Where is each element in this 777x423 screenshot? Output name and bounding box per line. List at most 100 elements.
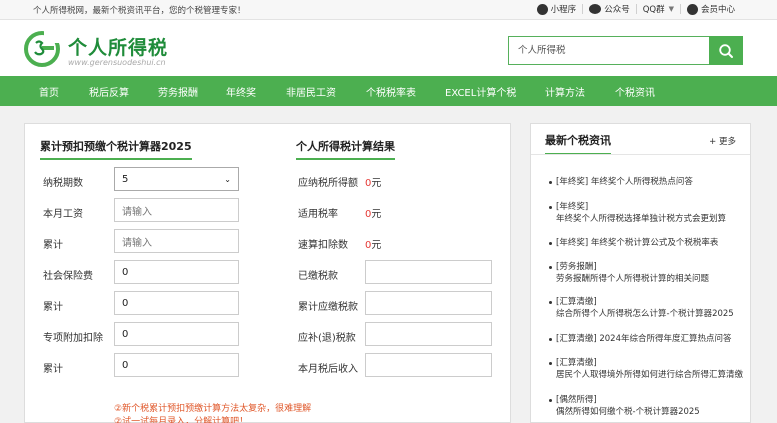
- news-tag: [年终奖]: [556, 238, 589, 248]
- tax-rate-label: 适用税率: [298, 209, 338, 220]
- nav-item-labor[interactable]: 劳务报酬: [158, 84, 198, 99]
- paid-tax-label: 已缴税款: [298, 271, 338, 282]
- bullet: [549, 362, 552, 365]
- divider: [531, 154, 750, 155]
- tax-due-refund-label: 应补(退)税款: [298, 333, 356, 344]
- news-title: 最新个税资讯: [545, 132, 611, 155]
- cumulative-salary-input[interactable]: 请输入: [114, 229, 239, 253]
- news-text: 2024年综合所得年度汇算热点问答: [599, 334, 732, 344]
- news-text: 偶然所得如何缴个税-个税计算器2025: [556, 407, 700, 417]
- news-text: 综合所得个人所得税怎么计算-个税计算器2025: [556, 309, 734, 319]
- nav-item-rate-table[interactable]: 个税税率表: [366, 84, 416, 99]
- cumulative-tax-field: [365, 291, 492, 315]
- nav-item-home[interactable]: 首页: [39, 84, 59, 99]
- quick-deduction-value: 0元: [365, 240, 382, 251]
- bullet: [549, 266, 552, 269]
- search-button[interactable]: [709, 36, 743, 65]
- search-icon: [719, 43, 733, 58]
- nav-item-excel[interactable]: EXCEL计算个税: [445, 84, 516, 99]
- tax-period-value: 5: [122, 173, 129, 185]
- news-tag: [年终奖]: [556, 177, 589, 187]
- news-text: 居民个人取得境外所得如何进行综合所得汇算清缴: [556, 370, 744, 380]
- nav-item-method[interactable]: 计算方法: [545, 84, 585, 99]
- news-text: 劳务报酬所得个人所得税计算的相关问题: [556, 274, 710, 284]
- site-url: www.gerensuodeshui.cn: [68, 58, 166, 67]
- top-links: 小程序 公众号 QQ群 ▼ 会员中心: [531, 3, 741, 15]
- news-item[interactable]: [年终奖] 年终奖个税计算公式及个税税率表: [549, 237, 745, 251]
- taxable-income-value: 0元: [365, 178, 382, 189]
- news-text: 年终奖个人所得税热点问答: [590, 177, 693, 187]
- cumulative-insurance-input[interactable]: 0: [114, 291, 239, 315]
- method-note: ②新个税累计预扣预缴计算方法太复杂，很难理解: [114, 404, 312, 414]
- special-deduction-input[interactable]: 0: [114, 322, 239, 346]
- news-tag: [劳务报酬]: [556, 262, 597, 272]
- official-account-link[interactable]: 公众号: [583, 3, 636, 15]
- news-item[interactable]: [劳务报酬] 劳务报酬所得个人所得税计算的相关问题: [549, 261, 745, 287]
- member-center-link[interactable]: 会员中心: [681, 3, 741, 15]
- site-header: 个人所得税 www.gerensuodeshui.cn: [0, 20, 777, 76]
- paid-tax-field: [365, 260, 492, 284]
- news-item[interactable]: [汇算清缴] 综合所得个人所得税怎么计算-个税计算器2025: [549, 296, 745, 322]
- top-bar: 个人所得税网，最新个税资讯平台，您的个税管理专家！ 小程序 公众号 QQ群 ▼ …: [0, 0, 777, 20]
- bullet: [549, 301, 552, 304]
- official-account-label: 公众号: [604, 5, 630, 15]
- bullet: [549, 242, 552, 245]
- qq-group-label: QQ群: [642, 5, 665, 15]
- try-monthly-link[interactable]: ②试一试每月录入，分解计算吧！: [114, 414, 248, 423]
- bullet: [549, 206, 552, 209]
- taxable-income-label: 应纳税所得额: [298, 178, 358, 189]
- news-item[interactable]: [汇算清缴] 2024年综合所得年度汇算热点问答: [549, 333, 745, 347]
- cumulative-deduction-label: 累计: [43, 364, 63, 375]
- tax-period-label: 纳税期数: [43, 178, 83, 189]
- wechat-icon: [589, 4, 602, 14]
- site-slogan: 个人所得税网，最新个税资讯平台，您的个税管理专家！: [33, 6, 246, 16]
- main-nav: 首页 税后反算 劳务报酬 年终奖 非居民工资 个税税率表 EXCEL计算个税 计…: [0, 76, 777, 106]
- special-deduction-label: 专项附加扣除: [43, 333, 103, 344]
- nav-item-nonresident[interactable]: 非居民工资: [286, 84, 336, 99]
- cumulative-tax-label: 累计应缴税款: [298, 302, 358, 313]
- miniprogram-link[interactable]: 小程序: [531, 3, 583, 15]
- news-tag: [偶然所得]: [556, 395, 597, 405]
- cumulative-deduction-input[interactable]: 0: [114, 353, 239, 377]
- news-tag: [汇算清缴]: [556, 334, 597, 344]
- member-center-label: 会员中心: [700, 5, 735, 15]
- bullet: [549, 181, 552, 184]
- cumulative-insurance-label: 累计: [43, 302, 63, 313]
- qq-group-link[interactable]: QQ群 ▼: [637, 3, 680, 15]
- news-text: 年终奖个人所得税选择单独计税方式会更划算: [556, 214, 727, 224]
- news-tag: [年终奖]: [556, 202, 589, 212]
- search-input[interactable]: [508, 36, 709, 65]
- more-news-link[interactable]: + 更多: [709, 135, 736, 147]
- nav-item-bonus[interactable]: 年终奖: [226, 84, 256, 99]
- news-tag: [汇算清缴]: [556, 297, 597, 307]
- miniprogram-label: 小程序: [550, 5, 577, 15]
- cumulative-salary-label: 累计: [43, 240, 63, 251]
- nav-item-reverse[interactable]: 税后反算: [89, 84, 129, 99]
- result-title: 个人所得税计算结果: [296, 138, 395, 160]
- news-tag: [汇算清缴]: [556, 358, 597, 368]
- monthly-salary-label: 本月工资: [43, 209, 83, 220]
- social-insurance-input[interactable]: 0: [114, 260, 239, 284]
- nav-item-news[interactable]: 个税资讯: [615, 84, 655, 99]
- search-bar: [508, 36, 743, 65]
- after-tax-income-label: 本月税后收入: [298, 364, 358, 375]
- tax-rate-value: 0元: [365, 209, 382, 220]
- miniprogram-icon: [536, 3, 548, 15]
- tax-due-refund-field: [365, 322, 492, 346]
- site-logo[interactable]: 个人所得税 www.gerensuodeshui.cn: [24, 29, 224, 69]
- monthly-salary-input[interactable]: 请输入: [114, 198, 239, 222]
- news-item[interactable]: [年终奖] 年终奖个人所得税热点问答: [549, 176, 745, 190]
- chevron-down-icon: ⌄: [224, 174, 231, 184]
- bullet: [549, 338, 552, 341]
- calculator-title: 累计预扣预缴个税计算器2025: [40, 138, 192, 160]
- news-panel: 最新个税资讯 + 更多 [年终奖] 年终奖个人所得税热点问答 [年终奖] 年终奖…: [530, 123, 751, 423]
- calculator-panel: 累计预扣预缴个税计算器2025 个人所得税计算结果 纳税期数 5 ⌄ 本月工资 …: [24, 123, 511, 423]
- site-title: 个人所得税: [68, 37, 169, 59]
- user-icon: [686, 3, 698, 15]
- news-item[interactable]: [偶然所得] 偶然所得如何缴个税-个税计算器2025: [549, 394, 745, 420]
- news-item[interactable]: [汇算清缴] 居民个人取得境外所得如何进行综合所得汇算清缴: [549, 357, 745, 383]
- chevron-down-icon: ▼: [668, 5, 674, 13]
- news-item[interactable]: [年终奖] 年终奖个人所得税选择单独计税方式会更划算: [549, 201, 745, 227]
- tax-period-select[interactable]: 5 ⌄: [114, 167, 239, 191]
- social-insurance-label: 社会保险费: [43, 271, 93, 282]
